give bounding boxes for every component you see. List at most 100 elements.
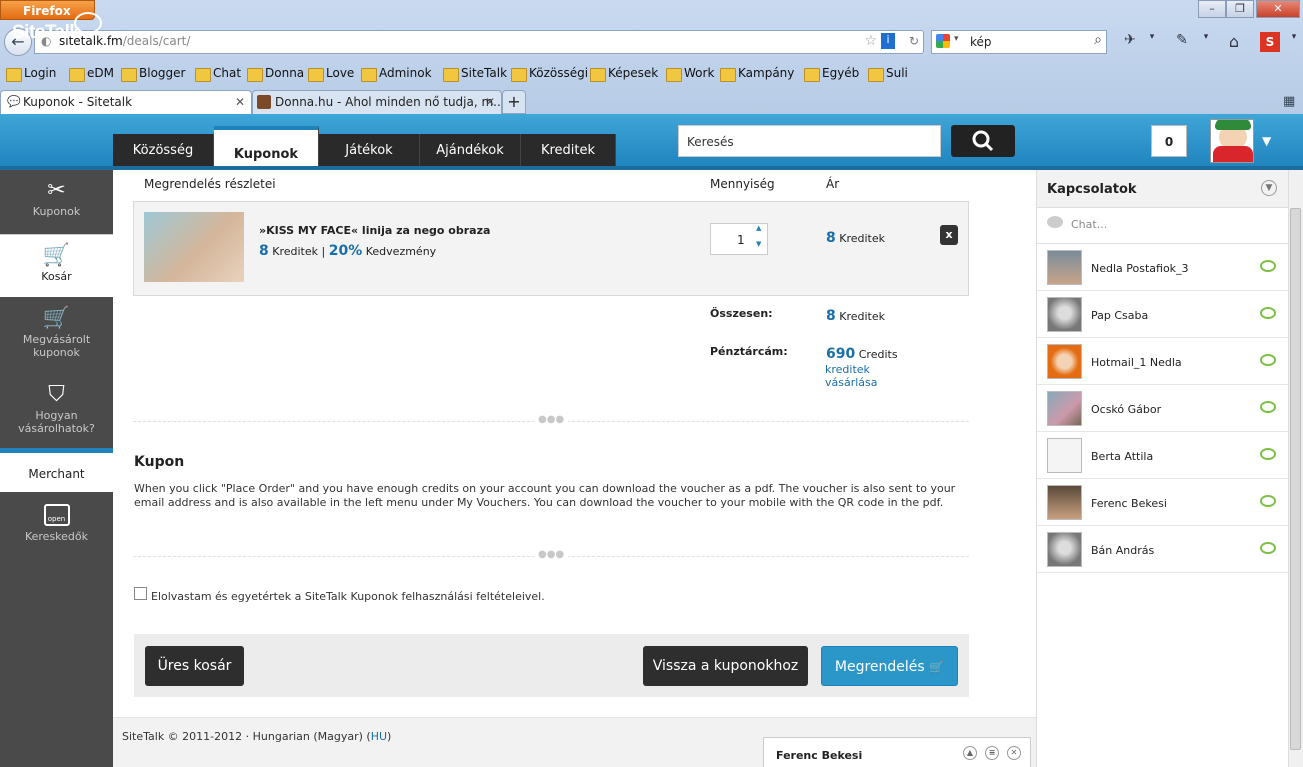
home-icon[interactable]: ⌂ xyxy=(1224,32,1244,52)
bookmark-folder[interactable]: Work xyxy=(666,66,714,84)
chevron-down-icon[interactable]: ▼ xyxy=(1261,180,1277,196)
chat-search-input[interactable]: Chat... xyxy=(1037,208,1288,244)
contact-item[interactable]: Ferenc Bekesi xyxy=(1037,479,1288,526)
place-order-label: Megrendelés xyxy=(834,659,925,675)
bookmark-folder[interactable]: Képesek xyxy=(590,66,658,84)
footer-suffix: ) xyxy=(387,730,392,743)
chat-bubble-icon[interactable] xyxy=(1260,448,1276,460)
close-icon[interactable]: ✕ xyxy=(485,95,495,109)
search-icon[interactable]: ⌕ xyxy=(1094,32,1102,48)
sidebar-item-merchant[interactable]: Merchant xyxy=(0,448,113,492)
close-window-button[interactable]: ✕ xyxy=(1256,0,1300,18)
remove-item-button[interactable]: x xyxy=(940,225,958,245)
chevron-down-icon[interactable]: ▾ xyxy=(1142,32,1162,52)
bookmark-folder[interactable]: Egyéb xyxy=(804,66,859,84)
contact-item[interactable]: Pap Csaba xyxy=(1037,291,1288,338)
notification-count[interactable]: 0 xyxy=(1151,125,1187,157)
quantity-down-icon[interactable]: ▼ xyxy=(756,240,761,248)
terms-label[interactable]: Elolvastam és egyetértek a SiteTalk Kupo… xyxy=(151,590,545,603)
browser-tab-active[interactable]: 💬 Kuponok - Sitetalk ✕ xyxy=(0,90,252,114)
chat-bubble-icon[interactable] xyxy=(1260,401,1276,413)
price-unit: Kreditek xyxy=(839,232,886,245)
contact-item[interactable]: Nedla Postafiok_3 xyxy=(1037,244,1288,291)
site-search-button[interactable] xyxy=(951,125,1015,157)
sidebar-item-kuponok[interactable]: ✂ Kuponok xyxy=(0,178,113,230)
contact-item[interactable]: Hotmail_1 Nedla xyxy=(1037,338,1288,385)
chat-bubble-icon[interactable] xyxy=(1260,307,1276,319)
menu-tab-jatekok[interactable]: Játékok xyxy=(319,134,420,166)
minimize-button[interactable]: – xyxy=(1198,0,1226,18)
footer-copyright: SiteTalk © 2011-2012 · Hungarian (Magyar… xyxy=(122,730,371,743)
open-sign-icon: open xyxy=(43,504,70,526)
address-bar[interactable]: ◐ sitetalk.fm/deals/cart/ ☆ i ↻ xyxy=(34,30,924,54)
sidebar-item-megvasarolt[interactable]: 🛒 Megvásárolt kuponok xyxy=(0,306,113,368)
menu-tab-kreditek[interactable]: Kreditek xyxy=(521,134,616,166)
sidebar-item-kereskedok[interactable]: open Kereskedők xyxy=(0,504,113,554)
chevron-down-icon[interactable]: ▾ xyxy=(1284,32,1303,52)
chevron-down-icon[interactable]: ▼ xyxy=(1262,134,1271,148)
menu-tab-kuponok[interactable]: Kuponok xyxy=(214,126,319,166)
menu-icon[interactable]: ≡ xyxy=(985,746,999,760)
bookmark-folder[interactable]: Adminok xyxy=(361,66,432,84)
chevron-down-icon[interactable]: ▾ xyxy=(1196,32,1216,52)
bookmark-folder[interactable]: Blogger xyxy=(121,66,185,84)
sidebar-item-kosar[interactable]: 🛒 Kosár xyxy=(0,234,113,297)
buy-credits-link[interactable]: kreditek vásárlása xyxy=(825,363,878,389)
bookmark-folder[interactable]: Chat xyxy=(195,66,241,84)
close-icon[interactable]: ✕ xyxy=(1007,746,1021,760)
browser-tab[interactable]: Donna.hu - Ahol minden nő tudja, m... ✕ xyxy=(252,90,502,114)
total-amount: 8 xyxy=(826,308,836,324)
scrollbar-thumb[interactable] xyxy=(1290,208,1301,750)
place-order-button[interactable]: Megrendelés 🛒 xyxy=(821,646,958,686)
product-title[interactable]: »KISS MY FACE« linija za nego obraza xyxy=(259,224,490,237)
chat-bubble-icon[interactable] xyxy=(1260,260,1276,272)
menu-tab-kozosseg[interactable]: Közösség xyxy=(113,134,214,166)
bookmark-folder[interactable]: Kampány xyxy=(720,66,794,84)
chat-window-bar[interactable]: Ferenc Bekesi ▲ ≡ ✕ xyxy=(763,737,1031,767)
terms-checkbox[interactable] xyxy=(134,587,147,600)
cart-icon: 🛒 xyxy=(42,306,71,331)
back-to-coupons-button[interactable]: Vissza a kuponokhoz xyxy=(643,646,808,686)
wallet-value: 690 Credits xyxy=(826,346,898,362)
bookmark-folder[interactable]: Suli xyxy=(868,66,908,84)
info-icon[interactable]: i xyxy=(881,33,895,49)
addon-icon[interactable]: ✈ xyxy=(1120,32,1140,52)
chat-bubble-icon[interactable] xyxy=(1260,354,1276,366)
contacts-title: Kapcsolatok xyxy=(1037,170,1288,208)
bookmark-folder[interactable]: Donna xyxy=(247,66,304,84)
language-link[interactable]: HU xyxy=(371,730,387,743)
contact-item[interactable]: Ocskó Gábor xyxy=(1037,385,1288,432)
chat-bubble-icon[interactable] xyxy=(1260,495,1276,507)
bookmark-folder[interactable]: Love xyxy=(308,66,354,84)
reload-icon[interactable]: ↻ xyxy=(909,34,919,48)
chevron-down-icon[interactable]: ▾ xyxy=(954,34,959,44)
maximize-button[interactable]: ❐ xyxy=(1226,0,1254,18)
site-search-input[interactable]: Keresés xyxy=(678,125,941,157)
bookmark-folder[interactable]: Közösségi xyxy=(511,66,588,84)
close-icon[interactable]: ✕ xyxy=(235,95,245,109)
tools-icon[interactable]: ✎ xyxy=(1172,32,1192,52)
new-tab-button[interactable]: + xyxy=(502,90,526,114)
bookmark-star-icon[interactable]: ☆ xyxy=(864,33,877,49)
contact-name: Hotmail_1 Nedla xyxy=(1091,356,1182,369)
avatar xyxy=(1047,438,1082,473)
bookmark-folder[interactable]: SiteTalk xyxy=(443,66,507,84)
bookmark-folder[interactable]: Login xyxy=(6,66,56,84)
menu-tab-ajandekok[interactable]: Ajándékok xyxy=(420,134,521,166)
contact-item[interactable]: Berta Attila xyxy=(1037,432,1288,479)
quantity-up-icon[interactable]: ▲ xyxy=(756,224,761,232)
bookmark-folder[interactable]: eDM xyxy=(69,66,114,84)
user-avatar[interactable] xyxy=(1210,119,1254,163)
chevron-up-icon[interactable]: ▲ xyxy=(963,746,977,760)
header-details: Megrendelés részletei xyxy=(144,177,276,191)
site-logo[interactable]: SiteTalk xyxy=(12,22,80,44)
browser-search-input[interactable]: ▾ kép ⌕ xyxy=(931,30,1107,54)
product-thumbnail[interactable] xyxy=(144,212,244,282)
contact-item[interactable]: Bán András xyxy=(1037,526,1288,573)
chat-bubble-icon[interactable] xyxy=(1260,542,1276,554)
sidebar-item-hogyan[interactable]: ⛉ Hogyan vásárolhatok? xyxy=(0,382,113,444)
tab-groups-icon[interactable]: ▦ xyxy=(1283,94,1295,109)
google-icon[interactable] xyxy=(936,34,950,48)
empty-cart-button[interactable]: Üres kosár xyxy=(145,646,244,686)
addon-s-icon[interactable]: S xyxy=(1260,32,1280,52)
